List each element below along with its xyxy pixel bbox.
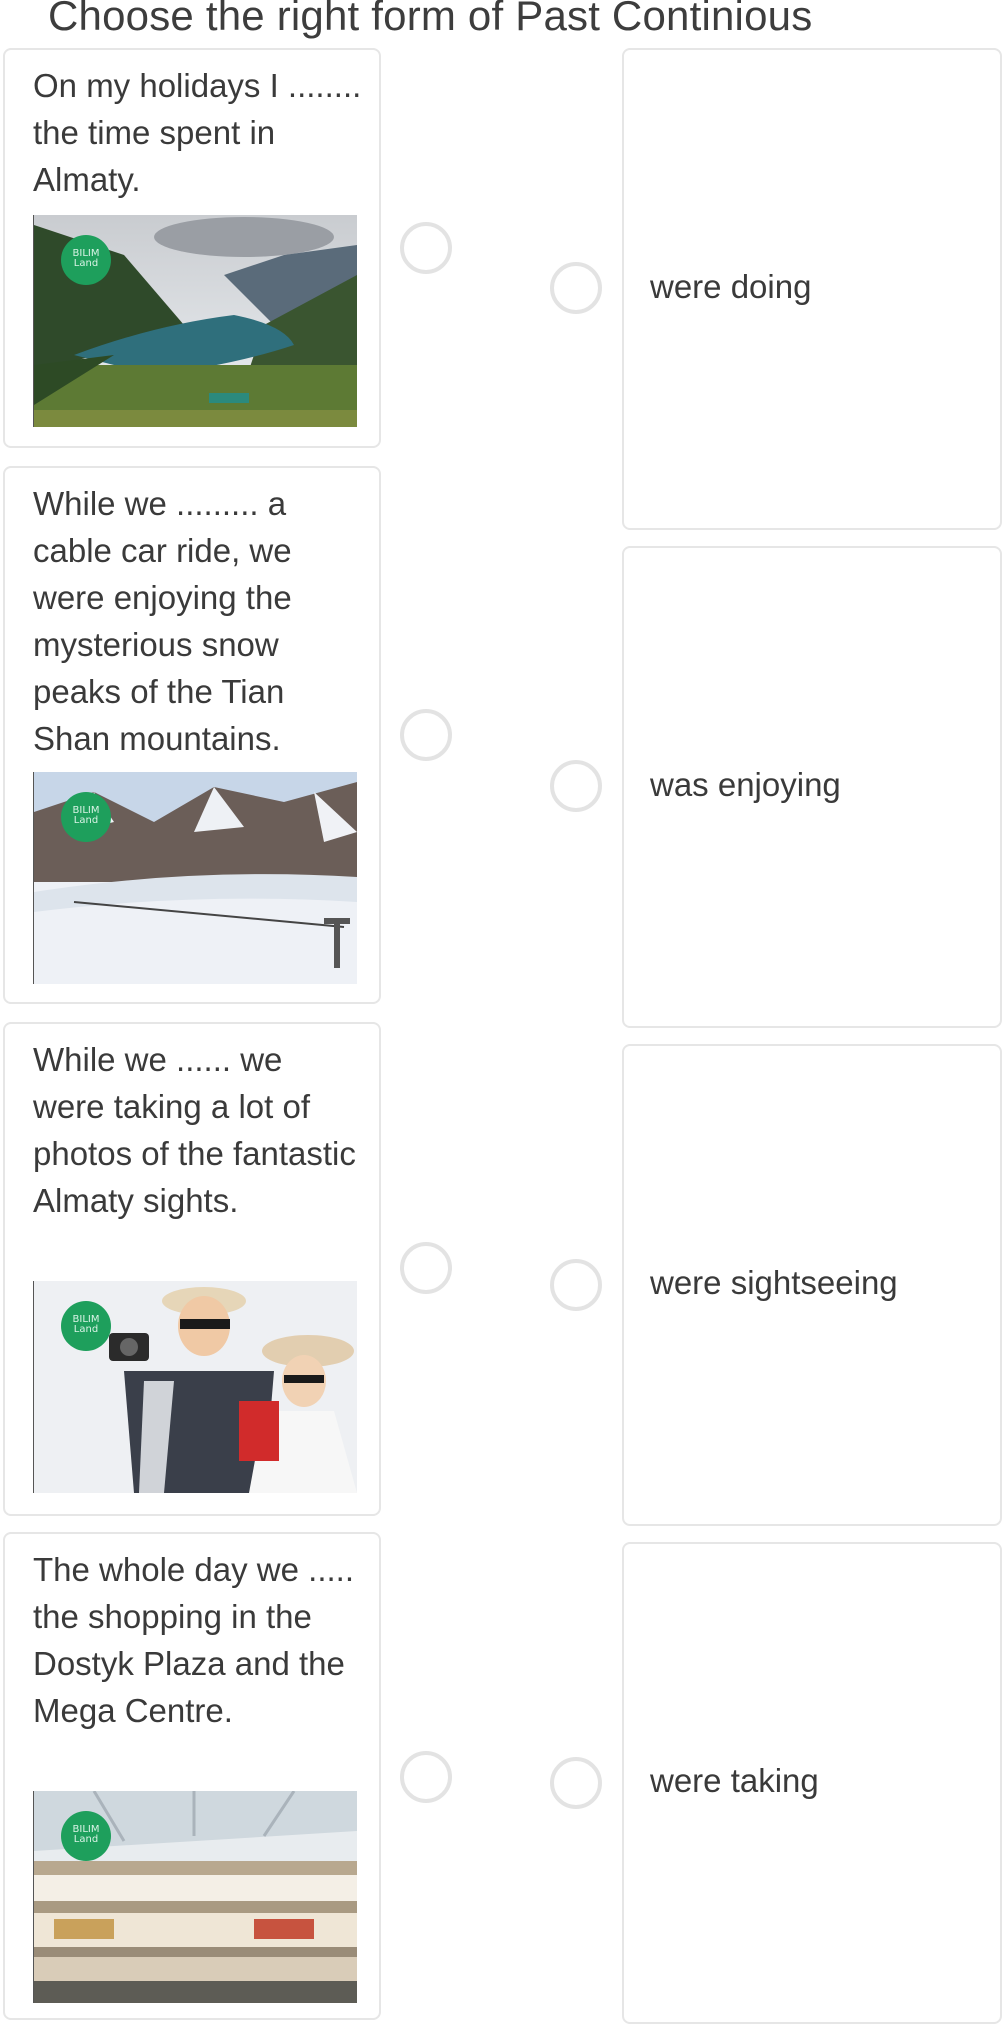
question-1-connector-radio[interactable] xyxy=(400,222,452,274)
shopping-mall-interior-photo: BILIM Land xyxy=(33,1791,357,2003)
snowy-mountains-cable-car-photo: BILIM Land xyxy=(33,772,357,984)
answer-1-connector-radio[interactable] xyxy=(550,262,602,314)
question-3-connector-radio[interactable] xyxy=(400,1242,452,1294)
answer-3-connector-radio[interactable] xyxy=(550,1259,602,1311)
question-4-connector-radio[interactable] xyxy=(400,1751,452,1803)
question-text-4: The whole day we ..... the shopping in t… xyxy=(33,1551,354,1729)
question-text-2: While we ......... a cable car ride, we … xyxy=(33,485,292,757)
answer-4-connector-radio[interactable] xyxy=(550,1757,602,1809)
bilim-land-logo: BILIM Land xyxy=(61,1811,111,1861)
question-card-2: While we ......... a cable car ride, we … xyxy=(3,466,381,1004)
answer-text-3: were sightseeing xyxy=(650,1264,898,1301)
question-2-connector-radio[interactable] xyxy=(400,709,452,761)
question-text-1: On my holidays I ........ the time spent… xyxy=(33,67,362,198)
question-card-1: On my holidays I ........ the time spent… xyxy=(3,48,381,448)
mountain-lake-photo: BILIM Land xyxy=(33,215,357,427)
answer-text-4: were taking xyxy=(650,1762,819,1799)
answer-2-connector-radio[interactable] xyxy=(550,760,602,812)
answer-text-1: were doing xyxy=(650,268,812,305)
bilim-land-logo: BILIM Land xyxy=(61,1301,111,1351)
question-card-3: While we ...... we were taking a lot of … xyxy=(3,1022,381,1516)
question-card-4: The whole day we ..... the shopping in t… xyxy=(3,1532,381,2020)
tourists-with-camera-photo: BILIM Land xyxy=(33,1281,357,1493)
page-title: Choose the right form of Past Continious xyxy=(48,0,813,39)
bilim-land-logo: BILIM Land xyxy=(61,792,111,842)
bilim-land-logo: BILIM Land xyxy=(61,235,111,285)
question-text-3: While we ...... we were taking a lot of … xyxy=(33,1041,356,1219)
answer-text-2: was enjoying xyxy=(650,766,841,803)
